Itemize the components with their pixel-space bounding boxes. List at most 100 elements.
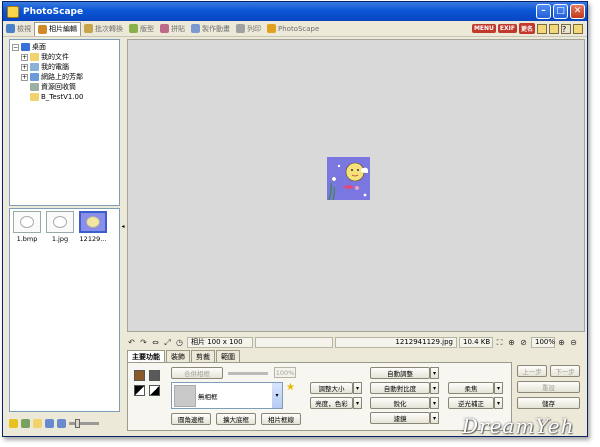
tab-animated-gif[interactable]: 製作動畫	[188, 22, 233, 36]
sharpen-button[interactable]: 銳化	[370, 397, 430, 409]
tab-crop[interactable]: 剪裁	[191, 350, 215, 362]
chevron-down-icon[interactable]: ▾	[272, 383, 282, 408]
tab-print[interactable]: 列印	[233, 22, 264, 36]
photo-border-button[interactable]: 相片框線	[261, 413, 301, 425]
frame-select[interactable]: 無相框 ▾	[171, 382, 283, 409]
folder-icon	[30, 93, 39, 101]
help-icon[interactable]: ?	[561, 23, 571, 34]
mode-tabbar: 檢視 相片編輯 批次轉換 版型 拼貼 製作動畫 列印 PhotoScape ME…	[3, 21, 587, 37]
exif-button[interactable]: EXIF	[497, 24, 517, 33]
restore-button[interactable]: 重設	[517, 381, 580, 393]
resize-icon[interactable]: ⤢	[163, 338, 172, 347]
thumbnail-caption: 1.jpg	[51, 235, 69, 243]
thumbnail-item[interactable]: 1.bmp	[12, 211, 42, 243]
zoom-actual-icon[interactable]: ⊕	[507, 338, 516, 347]
auto-level-dropdown[interactable]: ▾	[430, 367, 439, 379]
bw-swatch[interactable]	[134, 385, 145, 396]
rename-button[interactable]: 更名	[518, 23, 535, 34]
expand-icon[interactable]: +	[21, 53, 28, 61]
tab-label: 版型	[140, 24, 154, 33]
resize-dropdown[interactable]: ▾	[353, 382, 362, 394]
expand-border-button[interactable]: 擴大底框	[216, 413, 256, 425]
menu-button[interactable]: MENU	[471, 24, 496, 33]
back-arrow-icon[interactable]	[45, 418, 54, 428]
filter-button[interactable]: 濾鏡	[370, 412, 430, 424]
tab-combine[interactable]: 拼貼	[157, 22, 188, 36]
redo-button[interactable]: 下一步	[550, 365, 580, 377]
tab-editor[interactable]: 相片編輯	[34, 21, 81, 36]
rotate-right-icon[interactable]: ↷	[139, 338, 148, 347]
tree-node-documents[interactable]: + 我的文件	[12, 52, 117, 62]
round-corner-button[interactable]: 圓角邊框	[171, 413, 211, 425]
soften-dropdown[interactable]: ▾	[494, 382, 503, 394]
soften-button[interactable]: 柔焦	[448, 382, 494, 394]
tab-label: PhotoScape	[278, 24, 320, 33]
info-icon[interactable]: ◷	[175, 338, 184, 347]
window-title: PhotoScape	[23, 6, 84, 17]
pane-splitter[interactable]: ◂	[120, 39, 126, 413]
flip-icon[interactable]: ⇔	[151, 338, 160, 347]
open-folder-icon[interactable]	[33, 418, 42, 428]
sharpen-dropdown[interactable]: ▾	[430, 397, 439, 409]
folder-tree[interactable]: − 桌面 + 我的文件 + 我的電腦 + 網路上的芳鄰 資源回收筒 B_Test…	[9, 39, 120, 206]
thumbnail-size-slider[interactable]	[69, 418, 99, 428]
tree-node-network[interactable]: + 網路上的芳鄰	[12, 72, 117, 82]
backlight-dropdown[interactable]: ▾	[494, 397, 503, 409]
auto-contrast-dropdown[interactable]: ▾	[430, 382, 439, 394]
options-icon[interactable]	[573, 23, 583, 34]
zoom-fit-icon[interactable]: ⊘	[519, 338, 528, 347]
expand-icon[interactable]: +	[21, 63, 28, 71]
percent-field[interactable]: 100%	[274, 367, 296, 378]
tab-photoscape[interactable]: PhotoScape	[264, 22, 322, 36]
home-icon[interactable]	[549, 23, 559, 34]
tree-node-recycle-bin[interactable]: 資源回收筒	[12, 82, 117, 92]
frame-color-swatch[interactable]	[134, 370, 145, 381]
tab-viewer[interactable]: 檢視	[3, 22, 34, 36]
tab-object[interactable]: 裝飾	[166, 350, 190, 362]
fit-icon[interactable]: ⛶	[495, 338, 504, 347]
favorite-star-icon[interactable]: ★	[286, 382, 295, 393]
photo-preview	[327, 157, 370, 200]
folder-icon[interactable]	[537, 23, 547, 34]
merge-frame-button[interactable]: 合併相框	[171, 367, 223, 379]
thumbnail-item-selected[interactable]: 12129...	[78, 211, 108, 243]
editor-canvas[interactable]	[127, 39, 585, 332]
zoom-out-icon[interactable]: ⊖	[569, 338, 578, 347]
tree-label: B_TestV1.00	[41, 93, 84, 101]
auto-contrast-button[interactable]: 自動對比度	[370, 382, 430, 394]
expand-icon[interactable]: +	[21, 73, 28, 81]
status-spacer	[255, 336, 333, 348]
frame-slider[interactable]	[228, 372, 268, 375]
tab-page[interactable]: 版型	[126, 22, 157, 36]
brightness-dropdown[interactable]: ▾	[353, 397, 362, 409]
refresh-icon[interactable]	[21, 418, 30, 428]
tree-node-test-folder[interactable]: B_TestV1.00	[12, 92, 117, 102]
star-icon[interactable]	[9, 418, 18, 428]
tab-batch[interactable]: 批次轉換	[81, 22, 126, 36]
thumbnail-caption: 1.bmp	[16, 235, 38, 243]
tree-node-desktop[interactable]: − 桌面	[12, 42, 117, 52]
resize-button[interactable]: 調整大小	[310, 382, 353, 394]
close-button[interactable]: ✕	[570, 4, 585, 19]
thumbnail-item[interactable]: 1.jpg	[45, 211, 75, 243]
maximize-button[interactable]: □	[553, 4, 568, 19]
editor-icon	[38, 24, 47, 34]
save-button[interactable]: 儲存	[517, 397, 580, 409]
slider-knob[interactable]	[75, 418, 80, 428]
app-window: PhotoScape – □ ✕ 檢視 相片編輯 批次轉換 版型 拼貼 製作動畫…	[2, 1, 588, 437]
tree-node-my-computer[interactable]: + 我的電腦	[12, 62, 117, 72]
backlight-button[interactable]: 逆光補正	[448, 397, 494, 409]
filter-dropdown[interactable]: ▾	[430, 412, 439, 424]
collapse-icon[interactable]: −	[12, 43, 19, 51]
brightness-color-button[interactable]: 亮度，色彩	[310, 397, 353, 409]
auto-level-button[interactable]: 自動調整	[370, 367, 430, 379]
undo-button[interactable]: 上一步	[517, 365, 547, 377]
minimize-button[interactable]: –	[536, 4, 551, 19]
tab-tools[interactable]: 範圍	[216, 350, 240, 362]
frame-color-swatch-2[interactable]	[149, 370, 160, 381]
rotate-left-icon[interactable]: ↶	[127, 338, 136, 347]
tab-home[interactable]: 主要功能	[127, 350, 165, 362]
zoom-in-icon[interactable]: ⊕	[557, 338, 566, 347]
bw-swatch-2[interactable]	[149, 385, 160, 396]
forward-arrow-icon[interactable]	[57, 418, 66, 428]
